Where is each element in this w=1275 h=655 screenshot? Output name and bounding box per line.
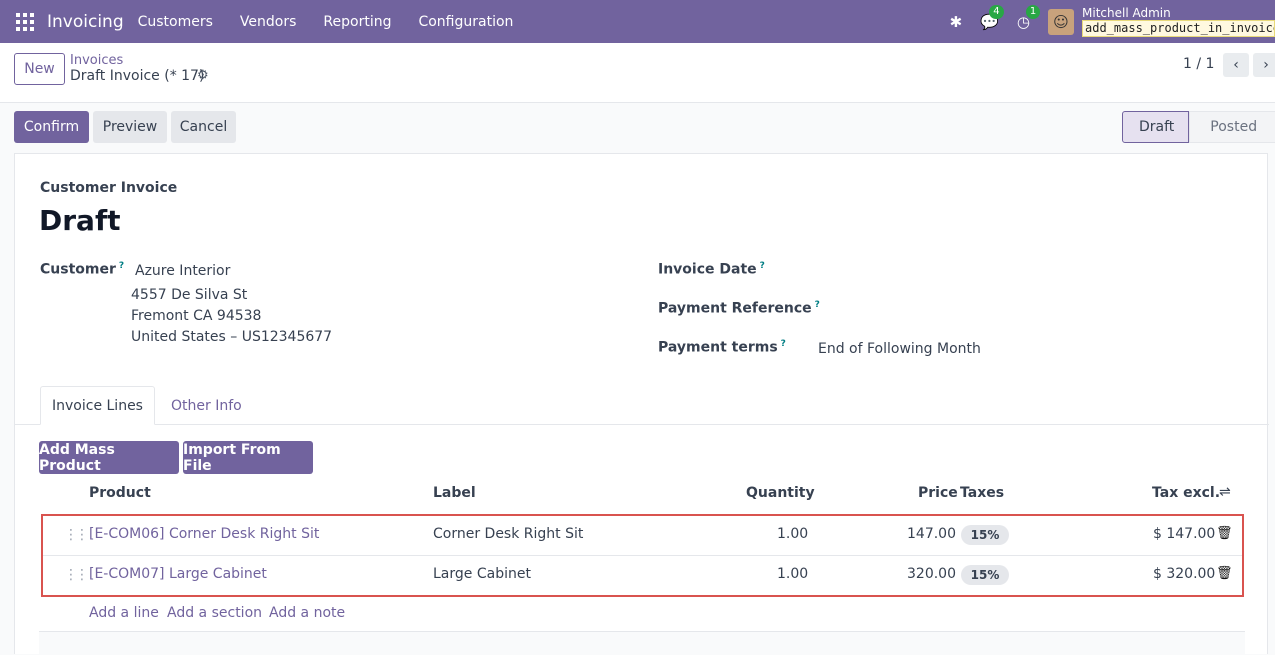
customer-address-line1: 4557 De Silva St bbox=[131, 287, 248, 303]
breadcrumb-current: Draft Invoice (* 17) bbox=[70, 68, 205, 84]
totals-area bbox=[39, 632, 1245, 655]
row-product[interactable]: [E-COM07] Large Cabinet bbox=[89, 566, 267, 582]
pager-value[interactable]: 1 / 1 bbox=[1183, 56, 1214, 72]
column-price[interactable]: Price bbox=[918, 485, 958, 501]
avatar[interactable]: ☺ bbox=[1048, 8, 1074, 35]
payment-reference-label-text: Payment Reference bbox=[658, 300, 812, 317]
customer-label: Customer? bbox=[40, 261, 124, 278]
status-bar: Draft Posted bbox=[1122, 111, 1275, 143]
form-sheet: Customer Invoice Draft Customer? Azure I… bbox=[14, 153, 1269, 655]
import-from-file-button[interactable]: Import From File bbox=[183, 441, 313, 474]
gear-icon[interactable]: ⚙ bbox=[197, 68, 209, 83]
apps-grid-icon[interactable] bbox=[16, 12, 34, 31]
customer-address-line3: United States – US12345677 bbox=[131, 329, 333, 345]
breadcrumb-invoices[interactable]: Invoices bbox=[70, 53, 123, 68]
column-taxes[interactable]: Taxes bbox=[960, 485, 1004, 501]
tab-other-info[interactable]: Other Info bbox=[171, 386, 242, 425]
database-name: add_mass_product_in_invoice bbox=[1082, 20, 1275, 37]
activity-clock-icon[interactable]: ◷ 1 bbox=[1017, 4, 1041, 31]
customer-label-text: Customer bbox=[40, 261, 116, 278]
table-row[interactable]: ⋮⋮ [E-COM07] Large Cabinet Large Cabinet… bbox=[43, 556, 1242, 596]
tax-badge[interactable]: 15% bbox=[961, 565, 1009, 585]
add-mass-product-button[interactable]: Add Mass Product bbox=[39, 441, 179, 474]
customer-address-line2: Fremont CA 94538 bbox=[131, 308, 262, 324]
row-price[interactable]: 147.00 bbox=[907, 526, 956, 542]
chat-icon[interactable]: 💬 4 bbox=[980, 4, 1004, 31]
preview-button[interactable]: Preview bbox=[93, 111, 167, 143]
help-icon[interactable]: ? bbox=[119, 261, 124, 271]
new-button[interactable]: New bbox=[14, 53, 65, 85]
bug-icon[interactable]: ✱ bbox=[950, 13, 963, 31]
invoice-date-label-text: Invoice Date bbox=[658, 261, 757, 278]
menu-configuration[interactable]: Configuration bbox=[418, 14, 513, 30]
systray: ✱ 💬 4 ◷ 1 ☺ Mitchell Admin add_mass_produc… bbox=[950, 0, 1275, 43]
row-label[interactable]: Large Cabinet bbox=[433, 566, 531, 582]
payment-terms-label: Payment terms? bbox=[658, 339, 786, 356]
confirm-button[interactable]: Confirm bbox=[14, 111, 89, 143]
pager-previous-button[interactable]: ‹ bbox=[1223, 53, 1249, 77]
menu-vendors[interactable]: Vendors bbox=[240, 14, 296, 30]
help-icon[interactable]: ? bbox=[781, 339, 786, 349]
payment-terms-value[interactable]: End of Following Month bbox=[818, 341, 981, 357]
trash-icon[interactable]: 🗑 bbox=[1216, 526, 1233, 541]
help-icon[interactable]: ? bbox=[815, 300, 820, 310]
invoice-lines-table: ⋮⋮ [E-COM06] Corner Desk Right Sit Corne… bbox=[41, 514, 1244, 597]
notebook-tabs: Invoice Lines Other Info bbox=[15, 386, 1269, 425]
column-tax-excl[interactable]: Tax excl. bbox=[1152, 485, 1220, 501]
row-label[interactable]: Corner Desk Right Sit bbox=[433, 526, 583, 542]
drag-handle-icon[interactable]: ⋮⋮ bbox=[64, 527, 89, 543]
page-title: Draft bbox=[39, 204, 121, 237]
main-menu: Customers Vendors Reporting Configuratio… bbox=[138, 14, 541, 30]
app-name[interactable]: Invoicing bbox=[47, 12, 124, 32]
payment-terms-label-text: Payment terms bbox=[658, 339, 778, 356]
status-draft[interactable]: Draft bbox=[1122, 111, 1190, 143]
status-posted[interactable]: Posted bbox=[1189, 111, 1275, 143]
row-price[interactable]: 320.00 bbox=[907, 566, 956, 582]
tax-badge[interactable]: 15% bbox=[961, 525, 1009, 545]
column-product[interactable]: Product bbox=[89, 485, 151, 501]
action-bar: Confirm Preview Cancel Draft Posted bbox=[0, 103, 1275, 153]
payment-reference-label: Payment Reference? bbox=[658, 300, 820, 317]
chevron-right-icon: › bbox=[1263, 57, 1269, 73]
table-row[interactable]: ⋮⋮ [E-COM06] Corner Desk Right Sit Corne… bbox=[43, 516, 1242, 556]
chevron-left-icon: ‹ bbox=[1233, 57, 1239, 73]
column-quantity[interactable]: Quantity bbox=[746, 485, 815, 501]
trash-icon[interactable]: 🗑 bbox=[1216, 566, 1233, 581]
row-subtotal: $ 147.00 bbox=[1153, 526, 1216, 542]
row-quantity[interactable]: 1.00 bbox=[777, 566, 808, 582]
customer-name[interactable]: Azure Interior bbox=[135, 263, 230, 279]
add-note-link[interactable]: Add a note bbox=[269, 605, 345, 621]
cancel-button[interactable]: Cancel bbox=[171, 111, 236, 143]
user-menu[interactable]: Mitchell Admin add_mass_product_in_invoi… bbox=[1082, 6, 1275, 37]
activity-count-badge: 1 bbox=[1025, 4, 1041, 19]
row-subtotal: $ 320.00 bbox=[1153, 566, 1216, 582]
invoice-type: Customer Invoice bbox=[40, 180, 178, 196]
row-quantity[interactable]: 1.00 bbox=[777, 526, 808, 542]
tab-invoice-lines[interactable]: Invoice Lines bbox=[40, 386, 155, 425]
add-section-link[interactable]: Add a section bbox=[167, 605, 262, 621]
top-navbar: Invoicing Customers Vendors Reporting Co… bbox=[0, 0, 1275, 43]
add-line-link[interactable]: Add a line bbox=[89, 605, 159, 621]
drag-handle-icon[interactable]: ⋮⋮ bbox=[64, 567, 89, 583]
menu-reporting[interactable]: Reporting bbox=[323, 14, 391, 30]
menu-customers[interactable]: Customers bbox=[138, 14, 213, 30]
user-name: Mitchell Admin bbox=[1082, 6, 1171, 20]
row-product[interactable]: [E-COM06] Corner Desk Right Sit bbox=[89, 526, 319, 542]
help-icon[interactable]: ? bbox=[760, 261, 765, 271]
control-panel: New Invoices Draft Invoice (* 17) ⚙ 1 / … bbox=[0, 43, 1275, 103]
optional-columns-icon[interactable]: ⇌ bbox=[1219, 484, 1231, 500]
invoice-date-label: Invoice Date? bbox=[658, 261, 765, 278]
pager-next-button[interactable]: › bbox=[1253, 53, 1275, 77]
column-label[interactable]: Label bbox=[433, 485, 476, 501]
chat-count-badge: 4 bbox=[989, 4, 1004, 19]
